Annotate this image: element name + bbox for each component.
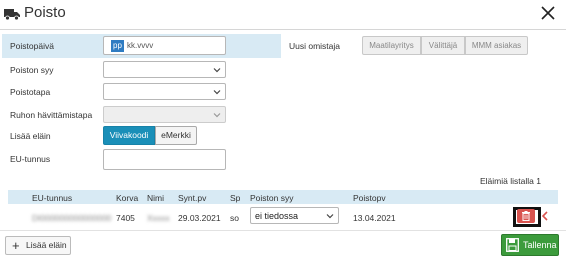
ruhon-havittamistapa-label: Ruhon hävittämistapa	[10, 110, 93, 120]
poistopaiva-label: Poistopäivä	[10, 41, 54, 51]
animal-count: Eläimiä listalla 1	[480, 176, 541, 186]
col-poistopv: Poistopv	[353, 193, 386, 203]
plus-icon: +	[12, 238, 20, 253]
close-icon[interactable]	[541, 6, 555, 20]
poistopaiva-date-input[interactable]: pp kk.vvvv	[103, 36, 226, 55]
chevron-left-icon[interactable]	[540, 211, 550, 221]
dialog-header: Poisto	[0, 0, 566, 30]
footer-divider	[0, 230, 566, 231]
cell-sp: so	[230, 213, 239, 223]
row-poiston-syy-value: ei tiedossa	[255, 211, 299, 221]
emerkki-toggle[interactable]: eMerkki	[155, 126, 197, 145]
truck-icon	[4, 9, 20, 21]
col-nimi: Nimi	[147, 193, 164, 203]
date-rest-segment: kk.vvvv	[127, 41, 154, 50]
ruhon-havittamistapa-select	[103, 106, 226, 123]
mmm-asiakas-button[interactable]: MMM asiakas	[465, 36, 528, 55]
viivakoodi-toggle[interactable]: Viivakoodi	[103, 126, 155, 145]
cell-nimi: Xxxxx	[147, 213, 170, 223]
cell-synt: 29.03.2021	[178, 213, 221, 223]
maatilayritys-button[interactable]: Maatilayritys	[362, 36, 421, 55]
delete-row-button[interactable]	[517, 209, 535, 223]
poistotapa-label: Poistotapa	[10, 87, 51, 97]
eu-tunnus-input[interactable]	[103, 149, 226, 170]
col-sp: Sp	[230, 193, 241, 203]
valittaja-button[interactable]: Välittäjä	[421, 36, 465, 55]
col-eu-tunnus: EU-tunnus	[32, 193, 73, 203]
chevron-down-icon	[213, 113, 221, 118]
dialog-title: Poisto	[24, 4, 66, 21]
poistotapa-select[interactable]	[103, 83, 226, 100]
cell-poistopv: 13.04.2021	[353, 213, 396, 223]
save-label: Tallenna	[523, 240, 557, 250]
lisaa-elain-label: Lisää eläin	[10, 131, 51, 141]
save-icon	[506, 238, 519, 252]
chevron-down-icon	[213, 90, 221, 95]
date-day-segment: pp	[111, 40, 124, 52]
col-korva: Korva	[116, 193, 139, 203]
poiston-syy-label: Poiston syy	[10, 65, 54, 75]
cell-eu-tunnus: DI000000000000000	[32, 213, 112, 223]
row-poiston-syy-select[interactable]: ei tiedossa	[250, 207, 339, 224]
chevron-down-icon	[326, 214, 334, 219]
eu-tunnus-label: EU-tunnus	[10, 154, 51, 164]
add-animal-button[interactable]: + Lisää eläin	[5, 236, 71, 255]
chevron-down-icon	[213, 68, 221, 73]
col-synt: Synt.pv	[178, 193, 207, 203]
add-animal-label: Lisää eläin	[26, 240, 67, 250]
cell-korva: 7405	[116, 213, 135, 223]
trash-icon	[522, 211, 530, 221]
poiston-syy-select[interactable]	[103, 61, 226, 78]
save-button[interactable]: Tallenna	[501, 234, 559, 256]
uusi-omistaja-label: Uusi omistaja	[289, 41, 341, 51]
col-poiston-syy: Poiston syy	[250, 193, 294, 203]
